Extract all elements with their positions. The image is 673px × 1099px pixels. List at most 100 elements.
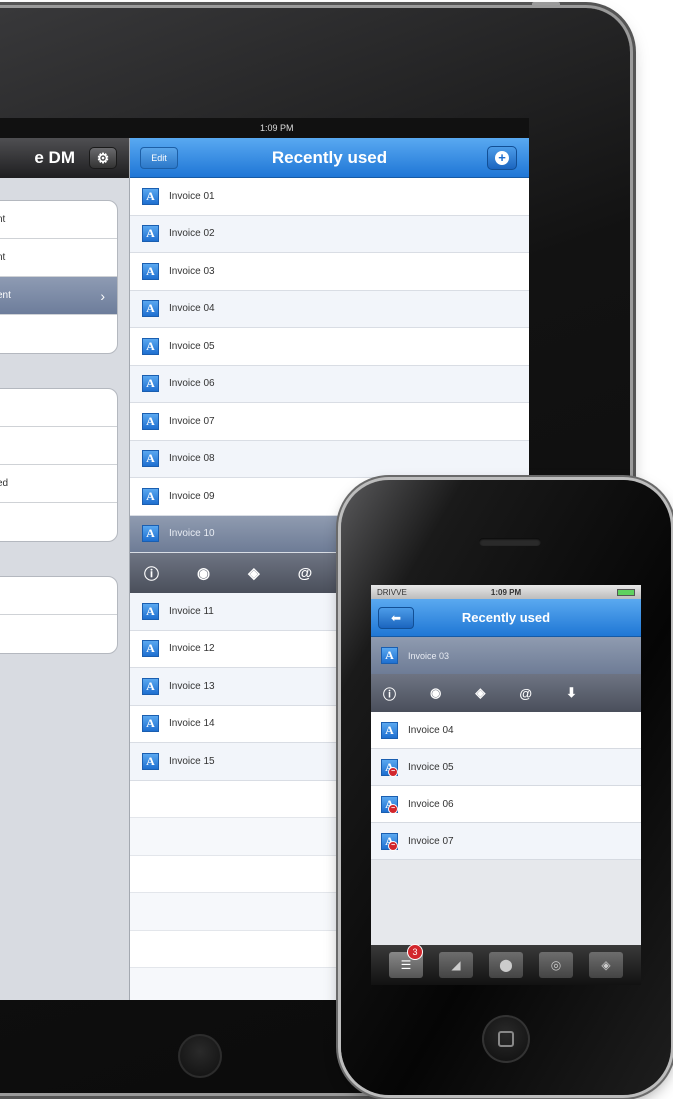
edit-icon: ◢	[451, 958, 461, 972]
eye-icon[interactable]: ◉	[197, 564, 210, 582]
home-square-icon	[498, 1031, 514, 1047]
tab-navigate[interactable]: ◈	[589, 952, 623, 978]
master-group-1: nt nt ent › t	[0, 200, 118, 354]
navigate-icon[interactable]: ◈	[475, 685, 485, 701]
document-icon: A	[142, 640, 159, 658]
list-item-label: Invoice 04	[169, 303, 215, 315]
master-item[interactable]: ed	[0, 465, 117, 503]
list-item-label: Invoice 11	[169, 605, 214, 617]
document-icon: A −	[381, 795, 398, 814]
list-item-selected[interactable]: A Invoice 03	[371, 637, 641, 674]
document-icon: A	[142, 262, 159, 280]
list-item-label: Invoice 01	[169, 190, 215, 202]
eye-icon[interactable]: ◉	[430, 685, 441, 701]
tab-target[interactable]: ◎	[539, 952, 573, 978]
master-item[interactable]: t	[0, 315, 117, 353]
list-item[interactable]: A Invoice 08	[130, 440, 529, 478]
notification-badge: 3	[407, 944, 423, 960]
list-item[interactable]: A Invoice 05	[130, 328, 529, 366]
iphone-home-button[interactable]	[482, 1015, 530, 1063]
document-icon: A	[142, 412, 159, 430]
document-icon: A	[142, 225, 159, 243]
master-item[interactable]	[0, 389, 117, 427]
master-title: e DM	[34, 148, 75, 167]
iphone-status-time: 1:09 PM	[490, 587, 522, 597]
list-item[interactable]: A Invoice 01	[130, 178, 529, 216]
battery-icon	[617, 588, 635, 596]
list-item-label: Invoice 04	[408, 724, 454, 736]
ipad-home-button[interactable]	[178, 1034, 222, 1078]
navigate-icon[interactable]: ◈	[248, 564, 260, 582]
list-item[interactable]: A − Invoice 07	[371, 823, 641, 860]
detail-navbar: Edit Recently used +	[130, 138, 529, 178]
iphone-status-bar: DRIVVE 1:09 PM	[371, 585, 641, 599]
master-group-2: ed	[0, 388, 118, 542]
list-item-label: Invoice 09	[169, 490, 215, 502]
document-icon: A −	[381, 832, 398, 851]
tab-circle[interactable]: ⬤	[489, 952, 523, 978]
list-item[interactable]: A − Invoice 05	[371, 749, 641, 786]
master-item[interactable]	[0, 577, 117, 615]
list-item[interactable]: A Invoice 04	[371, 712, 641, 749]
master-item[interactable]: nt	[0, 201, 117, 239]
document-icon: A	[142, 715, 159, 733]
iphone-invoice-list: A Invoice 04 A − Invoice 05 A − Invoice 06 A −…	[371, 712, 641, 860]
info-icon[interactable]: ⓘ	[144, 563, 159, 584]
at-icon[interactable]: @	[298, 565, 313, 582]
tab-list[interactable]: ☰ 3	[389, 944, 423, 978]
circle-icon: ⬤	[499, 958, 513, 972]
list-item-label: Invoice 06	[169, 378, 215, 390]
master-item-label: ent	[0, 290, 11, 301]
document-icon: A	[142, 337, 159, 355]
list-item-label: Invoice 08	[169, 453, 215, 465]
list-item-label: Invoice 03	[169, 265, 215, 277]
master-item[interactable]: nt	[0, 239, 117, 277]
document-icon: A	[142, 300, 159, 318]
list-item[interactable]: A Invoice 04	[130, 290, 529, 328]
master-item[interactable]	[0, 503, 117, 541]
list-item-label: Invoice 07	[408, 835, 454, 847]
master-item[interactable]	[0, 427, 117, 465]
master-group-3	[0, 576, 118, 654]
list-item-label: Invoice 02	[169, 228, 215, 240]
list-item-label: Invoice 06	[408, 798, 454, 810]
at-icon[interactable]: @	[519, 686, 532, 701]
delete-badge-icon[interactable]: −	[388, 766, 398, 777]
master-item-selected[interactable]: ent ›	[0, 277, 117, 315]
add-button[interactable]: +	[487, 146, 517, 170]
list-item-label: Invoice 07	[169, 415, 215, 427]
list-item[interactable]: A Invoice 03	[130, 253, 529, 291]
iphone-navbar: ⬅ Recently used	[371, 599, 641, 637]
list-item[interactable]: A Invoice 02	[130, 215, 529, 253]
master-item[interactable]	[0, 615, 117, 653]
ipad-status-time: 1:09 PM	[260, 123, 294, 133]
plus-icon: +	[495, 151, 509, 165]
list-item-label: Invoice 10	[169, 528, 215, 540]
list-item-label: Invoice 03	[408, 650, 450, 661]
download-icon[interactable]: ⬇	[566, 685, 577, 701]
tab-edit[interactable]: ◢	[439, 952, 473, 978]
edit-button[interactable]: Edit	[140, 147, 178, 169]
list-item[interactable]: A Invoice 07	[130, 403, 529, 441]
delete-badge-icon[interactable]: −	[388, 803, 398, 814]
list-item-label: Invoice 05	[408, 761, 454, 773]
list-item[interactable]: A Invoice 06	[130, 365, 529, 403]
info-icon[interactable]: ⓘ	[383, 684, 396, 703]
list-item[interactable]: A − Invoice 06	[371, 786, 641, 823]
document-icon: A	[381, 647, 398, 664]
document-icon: A	[142, 602, 159, 620]
ipad-status-bar: 1:09 PM	[0, 118, 529, 138]
document-icon: A	[142, 677, 159, 695]
document-icon: A	[142, 450, 159, 468]
iphone-device: DRIVVE 1:09 PM ⬅ Recently used A Invoice …	[341, 480, 671, 1095]
back-button[interactable]: ⬅	[378, 607, 414, 629]
detail-title: Recently used	[271, 147, 388, 167]
navigate-icon: ◈	[601, 958, 611, 972]
document-icon: A	[142, 525, 159, 543]
device-scene: 1:09 PM e DM ⚙ nt nt ent › t ed	[0, 0, 673, 1099]
list-icon: ☰	[400, 958, 412, 972]
delete-badge-icon[interactable]: −	[388, 840, 398, 851]
list-item-label: Invoice 12	[169, 643, 215, 655]
gear-icon[interactable]: ⚙	[89, 147, 117, 169]
iphone-speaker	[479, 538, 541, 546]
